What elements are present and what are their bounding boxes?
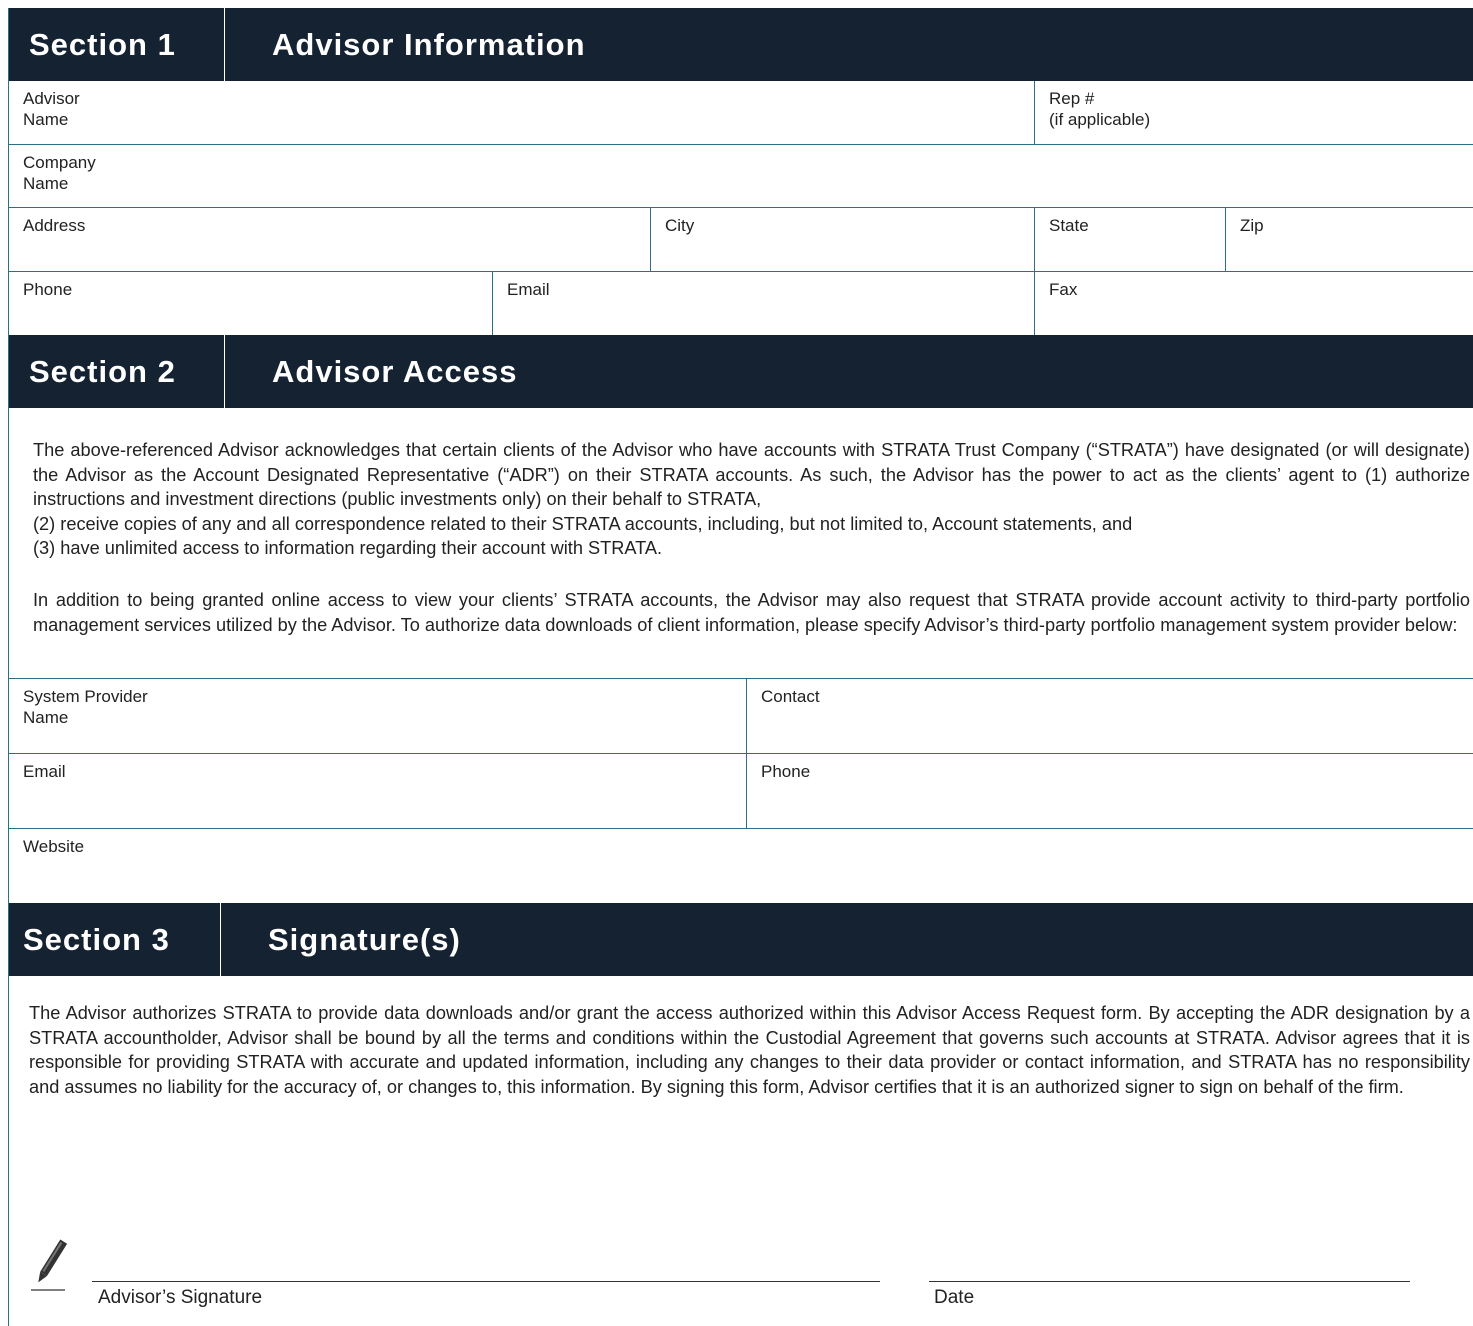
contact-label: Contact: [761, 687, 820, 706]
advisor-name-field[interactable]: Advisor Name: [9, 81, 1035, 144]
company-name-field[interactable]: Company Name: [9, 145, 1473, 207]
provider-phone-field[interactable]: Phone: [747, 754, 1473, 828]
contact-field[interactable]: Contact: [747, 679, 1473, 753]
address-label: Address: [23, 216, 86, 235]
provider-email-phone-row: Email Phone: [9, 754, 1473, 829]
signature-label: Advisor’s Signature: [98, 1287, 263, 1308]
rep-number-field[interactable]: Rep # (if applicable): [1035, 81, 1473, 144]
signature-paragraph: The Advisor authorizes STRATA to provide…: [29, 1003, 1470, 1097]
city-label: City: [665, 216, 695, 235]
email-label: Email: [507, 280, 550, 299]
fax-label: Fax: [1049, 280, 1078, 299]
company-name-row: Company Name: [9, 145, 1473, 208]
section-2-number: Section 2: [9, 335, 225, 408]
email-field[interactable]: Email: [493, 272, 1035, 335]
section-1-title: Advisor Information: [272, 26, 586, 62]
system-provider-row: System Provider Name Contact: [9, 678, 1473, 754]
pen-icon: [31, 1239, 68, 1291]
section-3-number: Section 3: [9, 903, 221, 976]
section-3-header: Section 3 Signature(s): [9, 903, 1473, 976]
access-paragraph-2: In addition to being granted online acce…: [33, 590, 1470, 635]
provider-email-label: Email: [23, 762, 66, 781]
website-label: Website: [23, 837, 85, 856]
state-field[interactable]: State: [1035, 208, 1226, 271]
company-name-label: Company Name: [23, 153, 96, 193]
provider-phone-label: Phone: [761, 762, 811, 781]
phone-field[interactable]: Phone: [9, 272, 493, 335]
section-2-title: Advisor Access: [272, 353, 518, 389]
provider-email-field[interactable]: Email: [9, 754, 747, 828]
date-label: Date: [934, 1287, 975, 1308]
city-field[interactable]: City: [651, 208, 1035, 271]
state-label: State: [1049, 216, 1089, 235]
section-1-number: Section 1: [9, 8, 225, 81]
date-line[interactable]: [929, 1281, 1410, 1282]
access-item-2: (2) receive copies of any and all corres…: [33, 513, 1133, 534]
zip-field[interactable]: Zip: [1226, 208, 1473, 271]
advisor-name-row: Advisor Name Rep # (if applicable): [9, 81, 1473, 145]
signature-line[interactable]: [92, 1281, 880, 1282]
address-row: Address City State Zip: [9, 208, 1473, 272]
system-provider-name-field[interactable]: System Provider Name: [9, 679, 747, 753]
advisor-name-label: Advisor Name: [23, 89, 80, 129]
address-field[interactable]: Address: [9, 208, 651, 271]
form-page: Section 1 Advisor Information Advisor Na…: [8, 8, 1473, 1326]
section-1-header: Section 1 Advisor Information: [9, 8, 1473, 81]
system-provider-name-label: System Provider Name: [23, 687, 148, 727]
fax-field[interactable]: Fax: [1035, 272, 1473, 335]
section-3-title: Signature(s): [268, 921, 461, 957]
website-field[interactable]: Website: [9, 829, 1473, 904]
access-item-3: (3) have unlimited access to information…: [33, 538, 663, 558]
section-2-header: Section 2 Advisor Access: [9, 335, 1473, 408]
rep-number-label: Rep # (if applicable): [1049, 89, 1151, 129]
phone-label: Phone: [23, 280, 73, 299]
access-paragraph-1: The above-referenced Advisor acknowledge…: [33, 438, 1470, 561]
phone-email-fax-row: Phone Email Fax: [9, 272, 1473, 335]
zip-label: Zip: [1240, 216, 1264, 235]
access-paragraph-1-text: The above-referenced Advisor acknowledge…: [33, 440, 1470, 509]
website-row: Website: [9, 829, 1473, 904]
